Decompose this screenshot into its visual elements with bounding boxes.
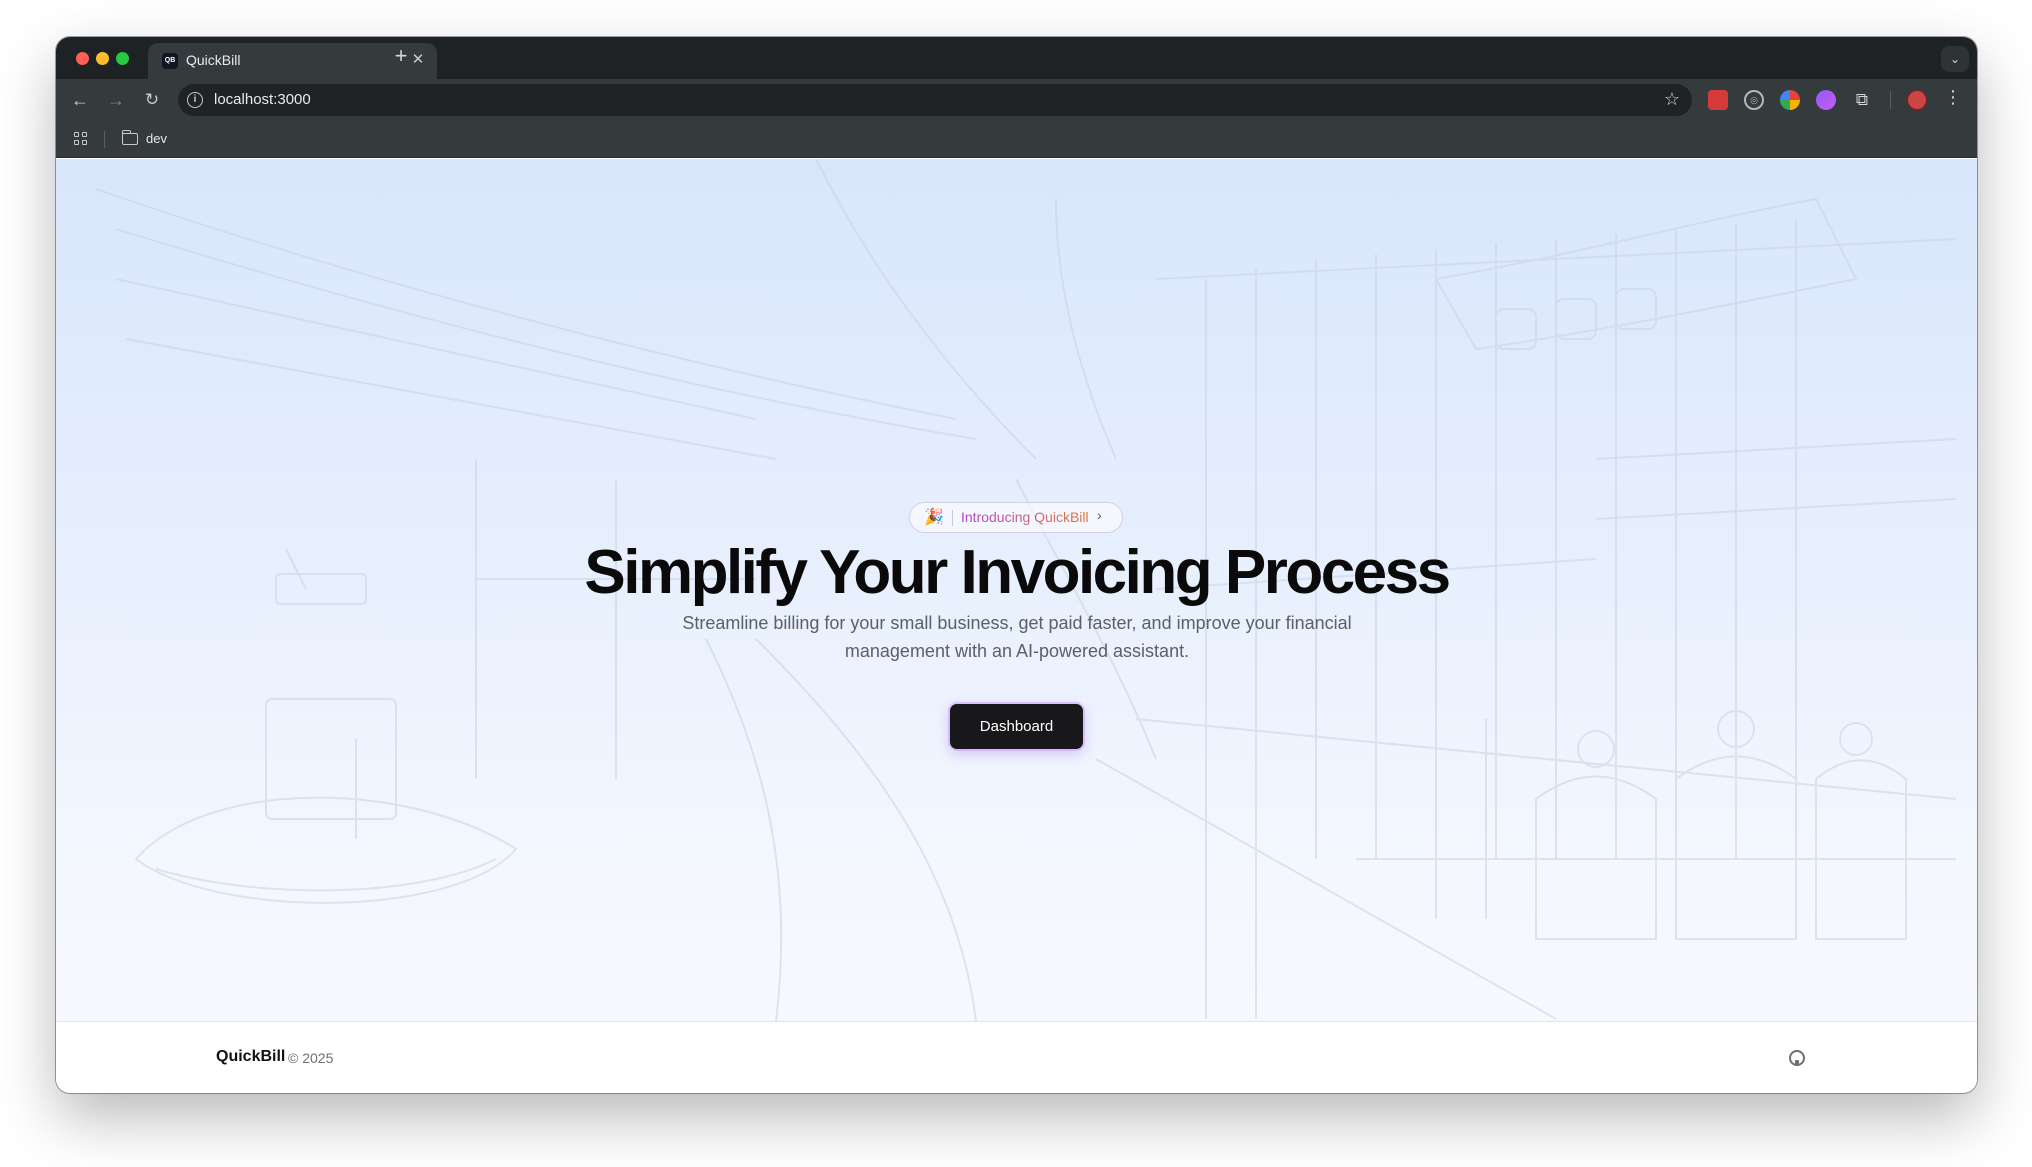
bookmarks-divider <box>104 131 105 148</box>
dashboard-button[interactable]: Dashboard <box>950 704 1083 749</box>
forward-icon[interactable]: → <box>104 88 128 112</box>
new-tab-button[interactable]: + <box>388 43 414 69</box>
folder-icon[interactable] <box>121 130 138 145</box>
extension-target-icon[interactable]: ◎ <box>1744 90 1764 110</box>
chevron-right-icon: › <box>1097 507 1102 523</box>
hero-subtitle: Streamline billing for your small busine… <box>682 613 1352 661</box>
minimize-window-button[interactable] <box>96 52 109 65</box>
party-popper-icon: 🎉 <box>924 509 944 526</box>
menu-icon[interactable]: ⋮ <box>1944 87 1962 108</box>
browser-toolbar: ← → ↻ i localhost:3000 ☆ ◎ ⧉ ⋮ <box>56 79 1977 121</box>
browser-window: QB QuickBill ✕ + ⌄ ← → ↻ i localhost:300… <box>56 37 1977 1093</box>
badge-divider <box>952 510 953 526</box>
apps-icon[interactable] <box>74 132 88 146</box>
tab-title: QuickBill <box>186 52 241 68</box>
extension-purple-icon[interactable] <box>1816 90 1836 110</box>
back-icon[interactable]: ← <box>68 88 92 112</box>
bookmarks-bar: dev <box>56 121 1977 158</box>
footer-brand[interactable]: QuickBill <box>216 1048 285 1066</box>
profile-avatar[interactable] <box>1906 89 1928 111</box>
github-icon[interactable] <box>1789 1050 1805 1066</box>
footer-copyright: © 2025 <box>288 1050 334 1066</box>
extension-red-icon[interactable] <box>1708 90 1728 110</box>
tab-strip: QB QuickBill ✕ + ⌄ <box>56 37 1977 79</box>
bookmark-folder-dev[interactable]: dev <box>146 131 167 146</box>
announcement-badge[interactable]: 🎉 Introducing QuickBill › <box>909 502 1123 533</box>
reload-icon[interactable]: ↻ <box>140 88 164 112</box>
tab-favicon: QB <box>162 53 178 69</box>
address-bar-url[interactable]: localhost:3000 <box>214 91 311 108</box>
bookmark-star-icon[interactable]: ☆ <box>1664 89 1680 110</box>
close-window-button[interactable] <box>76 52 89 65</box>
address-bar[interactable]: i localhost:3000 ☆ <box>178 84 1692 116</box>
maximize-window-button[interactable] <box>116 52 129 65</box>
hero-title: Simplify Your Invoicing Process <box>584 538 1451 607</box>
site-info-icon[interactable]: i <box>187 92 203 108</box>
landing-page: 🎉 Introducing QuickBill › Simplify Your … <box>56 159 1977 1021</box>
tab-search-button[interactable]: ⌄ <box>1941 46 1969 72</box>
badge-text: Introducing QuickBill <box>961 509 1089 525</box>
site-footer: QuickBill © 2025 <box>56 1021 1977 1093</box>
extension-color-icon[interactable] <box>1780 90 1800 110</box>
extensions-icon[interactable]: ⧉ <box>1852 90 1872 110</box>
toolbar-divider <box>1890 91 1891 109</box>
